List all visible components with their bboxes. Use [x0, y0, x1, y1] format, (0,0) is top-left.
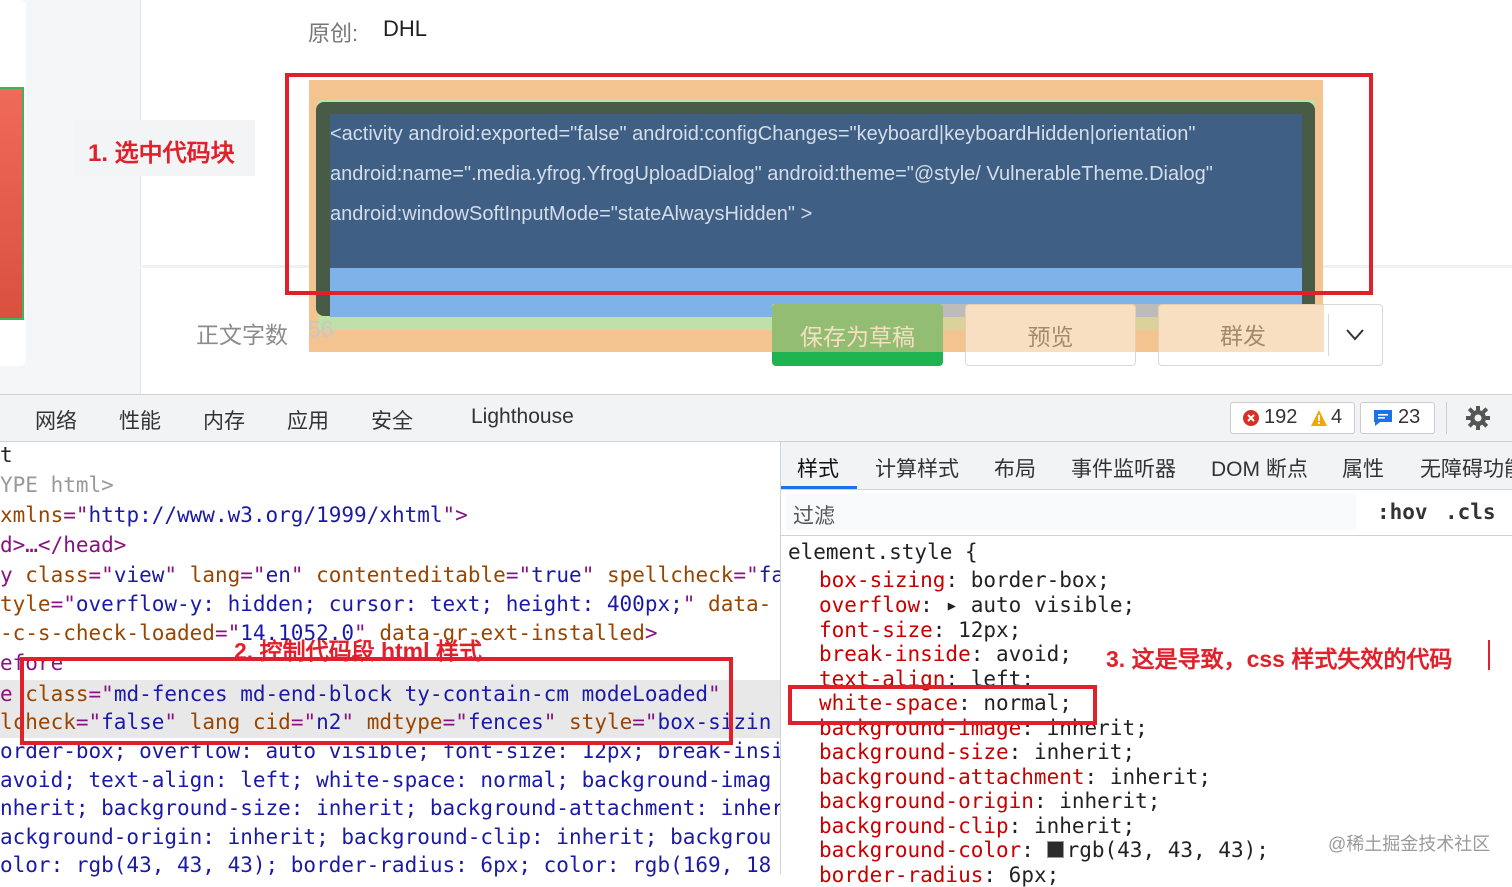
annotation-box-css-rule [788, 685, 1097, 725]
css-rule[interactable]: overflow: ▸ auto visible; [819, 593, 1135, 617]
dom-line[interactable]: ackground-origin: inherit; background-cl… [0, 825, 771, 849]
css-rule[interactable]: background-origin: inherit; [819, 789, 1160, 813]
dom-line[interactable]: d>…</head> [0, 533, 126, 557]
inspect-margin-overlay [772, 304, 1324, 352]
cover-thumbnail[interactable] [0, 87, 24, 320]
error-icon [1242, 409, 1260, 432]
tab-lighthouse[interactable]: Lighthouse [471, 405, 574, 429]
tab-memory[interactable]: 内存 [203, 405, 245, 435]
group-send-separator [1328, 314, 1329, 356]
css-rule[interactable]: border-radius: 6px; [819, 863, 1059, 887]
tab-dom-breakpoints[interactable]: DOM 断点 [1211, 453, 1308, 483]
dom-line[interactable]: y class="view" lang="en" contenteditable… [0, 563, 784, 587]
text-cursor [1488, 640, 1490, 670]
dom-line[interactable]: tyle="overflow-y: hidden; cursor: text; … [0, 592, 771, 616]
dom-line[interactable]: olor: rgb(43, 43, 43); border-radius: 6p… [0, 853, 771, 877]
author-name: DHL [383, 16, 428, 41]
color-swatch[interactable] [1046, 841, 1064, 858]
annotation-step1: 1. 选中代码块 [88, 140, 235, 167]
filter-input[interactable] [786, 494, 1356, 530]
dom-line[interactable]: t [0, 443, 13, 467]
warning-icon [1310, 409, 1328, 432]
tab-styles[interactable]: 样式 [797, 453, 839, 483]
annotation-box-dom-node [20, 657, 733, 745]
tab-accessibility[interactable]: 无障碍功能 [1420, 453, 1512, 483]
tab-properties[interactable]: 属性 [1342, 453, 1384, 483]
dom-line[interactable]: nherit; background-size: inherit; backgr… [0, 796, 784, 820]
warning-count: 4 [1331, 406, 1343, 428]
css-rule[interactable]: background-clip: inherit; [819, 814, 1135, 838]
chevron-down-icon[interactable] [1340, 322, 1370, 348]
active-tab-indicator [781, 486, 857, 489]
error-count: 192 [1264, 406, 1298, 428]
dom-line[interactable]: avoid; text-align: left; white-space: no… [0, 768, 771, 792]
toolbar-separator [1446, 402, 1447, 434]
gear-icon[interactable] [1464, 404, 1492, 437]
tab-network[interactable]: 网络 [35, 405, 77, 435]
css-rule[interactable]: box-sizing: border-box; [819, 568, 1110, 592]
message-count: 23 [1398, 406, 1421, 428]
css-rule[interactable]: font-size: 12px; [819, 618, 1021, 642]
cls-toggle[interactable]: .cls [1445, 500, 1496, 524]
tab-layout[interactable]: 布局 [994, 453, 1036, 483]
css-rule[interactable]: background-attachment: inherit; [819, 765, 1211, 789]
dom-line[interactable]: xmlns="http://www.w3.org/1999/xhtml"> [0, 503, 468, 527]
annotation-box-code-block [285, 73, 1373, 295]
tab-application[interactable]: 应用 [287, 405, 329, 435]
hov-toggle[interactable]: :hov [1377, 500, 1428, 524]
word-count-value: 56 [308, 316, 334, 342]
tab-computed[interactable]: 计算样式 [875, 453, 959, 483]
watermark: @稀土掘金技术社区 [1328, 834, 1491, 854]
css-selector: element.style { [788, 540, 978, 564]
tab-performance[interactable]: 性能 [119, 405, 161, 435]
annotation-step2: 2. 控制代码段 html 样式 [234, 638, 482, 664]
css-rule[interactable]: break-inside: avoid; [819, 642, 1072, 666]
tab-security[interactable]: 安全 [371, 405, 413, 435]
filter-placeholder: 过滤 [793, 505, 835, 528]
author-label: 原创: [308, 21, 359, 46]
css-rule[interactable]: background-color: rgb(43, 43, 43); [819, 838, 1269, 862]
message-icon [1373, 409, 1393, 432]
annotation-step3: 3. 这是导致，css 样式失效的代码 [1106, 646, 1453, 672]
word-count-label: 正文字数 [196, 322, 288, 348]
tab-event-listeners[interactable]: 事件监听器 [1071, 453, 1176, 483]
css-rule[interactable]: background-size: inherit; [819, 740, 1135, 764]
dom-line[interactable]: YPE html> [0, 473, 114, 497]
